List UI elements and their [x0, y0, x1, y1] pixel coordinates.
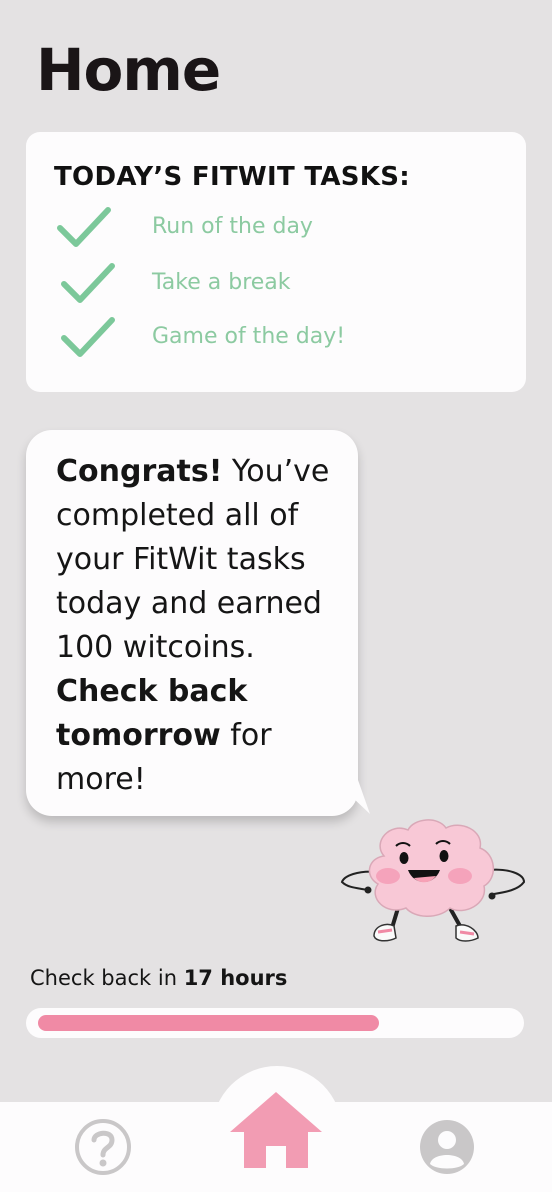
task-label: Take a break — [152, 270, 291, 295]
user-icon[interactable] — [418, 1118, 476, 1176]
task-item-game-of-the-day[interactable]: Game of the day! — [56, 314, 496, 364]
brain-mascot-icon — [340, 819, 526, 942]
congrats-message: Congrats! You’ve completed all of your F… — [56, 450, 346, 802]
congrats-heading: Congrats! — [56, 454, 223, 489]
progress-bar-fill — [38, 1015, 379, 1031]
question-mark-icon[interactable] — [74, 1118, 132, 1176]
task-label: Run of the day — [152, 214, 313, 239]
speech-bubble: Congrats! You’ve completed all of your F… — [26, 430, 358, 816]
tasks-card: TODAY’S FITWIT TASKS: Run of the day Tak… — [26, 132, 526, 392]
checkmark-icon — [61, 317, 115, 357]
progress-bar — [26, 1008, 524, 1038]
task-item-take-a-break[interactable]: Take a break — [56, 260, 496, 310]
countdown-value: 17 hours — [183, 966, 288, 990]
checkmark-icon — [61, 263, 115, 303]
task-item-run-of-the-day[interactable]: Run of the day — [56, 204, 496, 254]
page-title: Home — [36, 36, 221, 104]
countdown-text: Check back in 17 hours — [30, 966, 287, 990]
task-label: Game of the day! — [152, 324, 346, 349]
countdown-prefix: Check back in — [30, 966, 184, 990]
tasks-heading: TODAY’S FITWIT TASKS: — [54, 162, 410, 192]
check-back-cta: Check back tomorrow — [56, 674, 248, 753]
checkmark-icon — [57, 207, 111, 247]
house-icon[interactable] — [228, 1090, 324, 1170]
